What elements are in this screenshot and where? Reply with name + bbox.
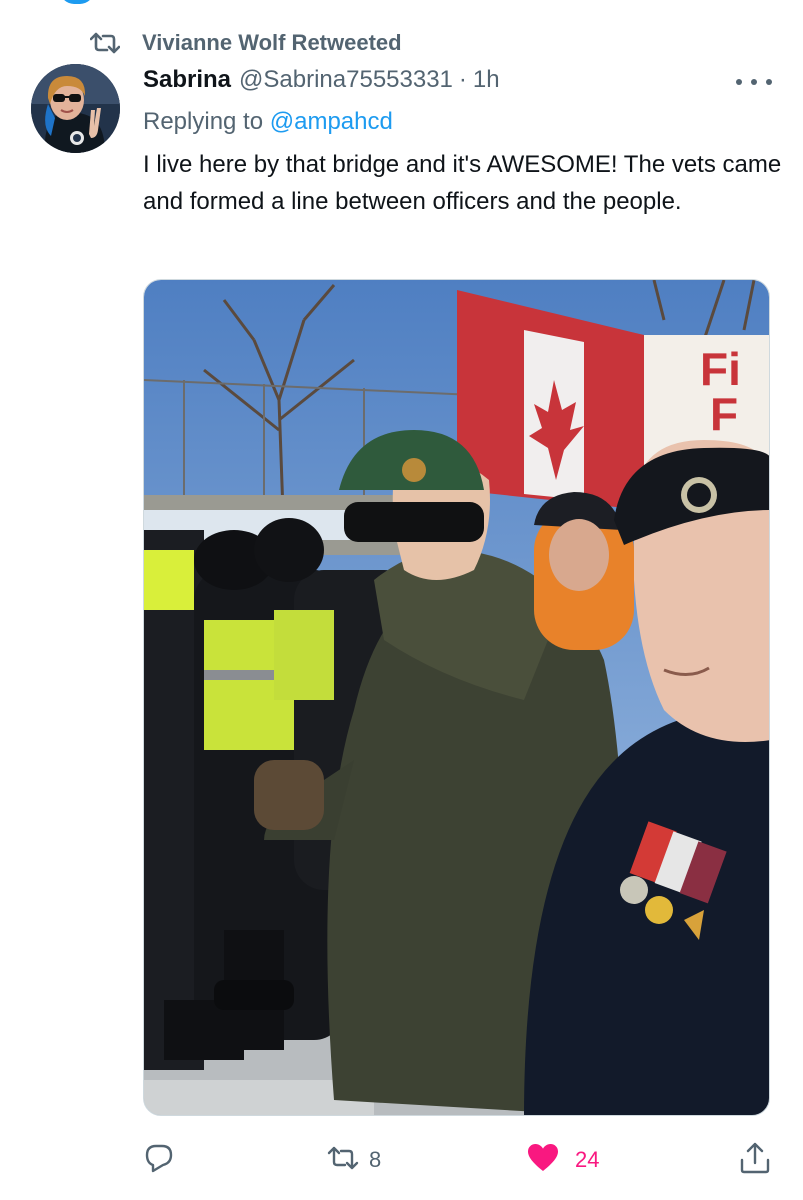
retweet-button[interactable]: 8 <box>327 1138 381 1182</box>
user-handle[interactable]: @Sabrina75553331 <box>239 66 453 94</box>
banner-text-2: F <box>710 388 738 440</box>
retweeted-by-label[interactable]: Vivianne Wolf Retweeted <box>142 30 402 56</box>
dot <box>766 79 772 85</box>
like-count: 24 <box>575 1147 600 1172</box>
timestamp[interactable]: 1h <box>473 66 500 94</box>
retweet-context: Vivianne Wolf Retweeted <box>90 28 402 58</box>
retweet-count: 8 <box>369 1147 382 1172</box>
share-button[interactable] <box>739 1138 771 1182</box>
reply-button[interactable] <box>143 1138 175 1182</box>
avatar[interactable] <box>31 64 120 153</box>
reply-mention-link[interactable]: @ampahcd <box>270 108 393 135</box>
share-icon <box>739 1141 771 1180</box>
tweet-text: I live here by that bridge and it's AWES… <box>143 151 782 215</box>
display-name[interactable]: Sabrina <box>143 66 231 94</box>
tweet-photo[interactable]: Fi F <box>143 279 770 1116</box>
retweet-icon <box>90 30 124 56</box>
tweet-header: Sabrina @Sabrina75553331 · 1h <box>143 66 500 100</box>
reply-icon <box>143 1142 175 1179</box>
tweet-actions: 8 24 <box>0 1138 803 1182</box>
replying-to-label: Replying to <box>143 108 264 135</box>
top-edge <box>0 0 803 4</box>
previous-item-edge <box>60 0 94 4</box>
dot <box>736 79 742 85</box>
like-button[interactable]: 24 <box>527 1138 599 1182</box>
retweet-icon <box>327 1144 359 1177</box>
more-options-icon[interactable] <box>736 70 772 94</box>
heart-icon <box>527 1143 559 1178</box>
separator: · <box>458 66 467 93</box>
replying-to: Replying to @ampahcd <box>143 108 393 136</box>
dot <box>751 79 757 85</box>
